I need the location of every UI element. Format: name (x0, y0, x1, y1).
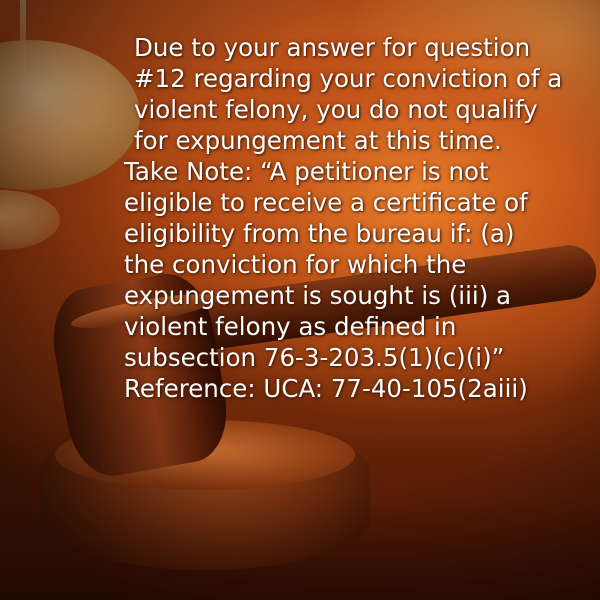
statute-reference: Reference: UCA: 77-40-105(2aiii) (124, 374, 528, 403)
statute-quote: Take Note: “A petitioner is not eligible… (124, 157, 528, 372)
ineligibility-statement: Due to your answer for question #12 rega… (134, 33, 563, 155)
notice-text-block: Due to your answer for question #12 rega… (124, 32, 590, 404)
notice-image: Due to your answer for question #12 rega… (0, 0, 600, 600)
